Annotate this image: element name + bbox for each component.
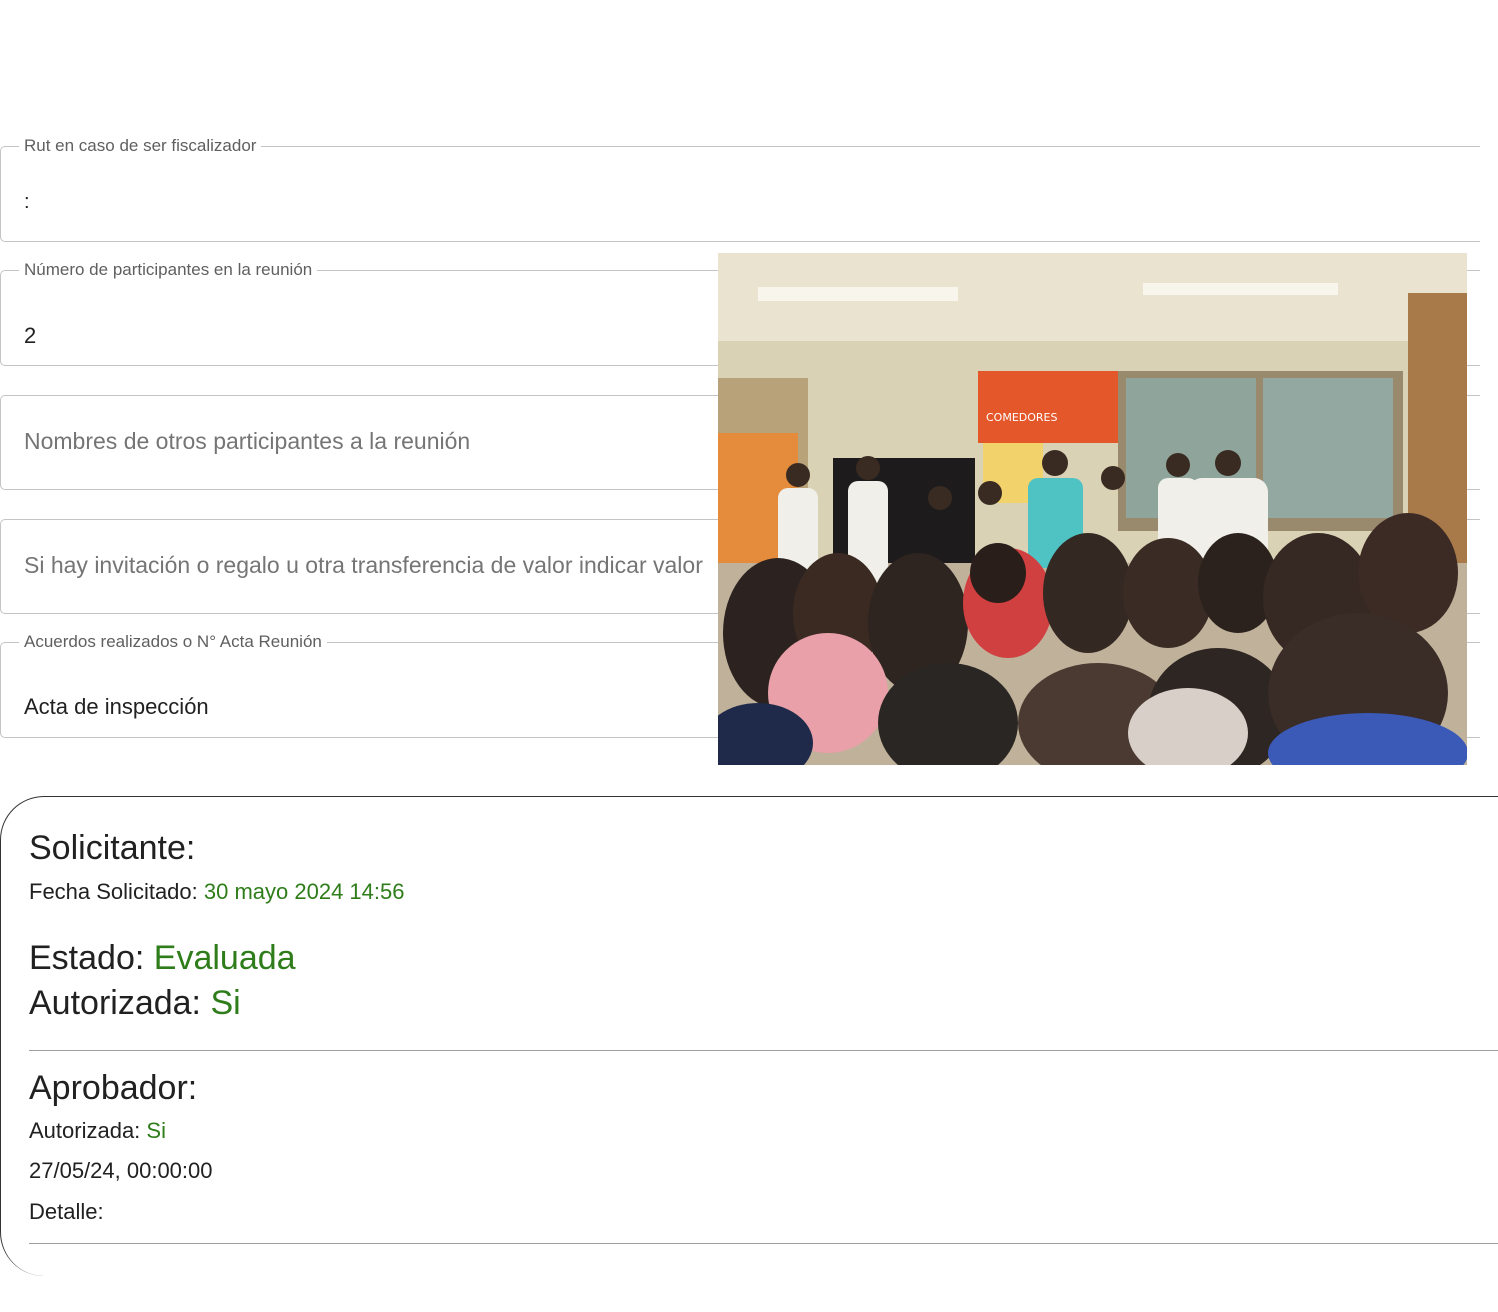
participants-count-value: 2 bbox=[24, 323, 37, 348]
divider bbox=[29, 1243, 1498, 1244]
gift-value-placeholder: Si hay invitación o regalo u otra transf… bbox=[24, 552, 703, 578]
solicitante-autorizada-label: Autorizada: bbox=[29, 984, 201, 1022]
solicitante-autorizada: Autorizada: Si bbox=[29, 984, 241, 1023]
agreements-value: Acta de inspección bbox=[24, 694, 209, 719]
meeting-photo: COMEDORES bbox=[718, 253, 1467, 765]
divider bbox=[29, 1050, 1498, 1051]
aprobador-autorizada-label: Autorizada: bbox=[29, 1118, 141, 1143]
other-participants-placeholder: Nombres de otros participantes a la reun… bbox=[24, 428, 471, 454]
aprobador-title: Aprobador: bbox=[29, 1069, 198, 1107]
aprobador-autorizada-value: Si bbox=[146, 1118, 166, 1143]
solicitante-title: Solicitante: bbox=[29, 829, 196, 867]
participants-count-label: Número de participantes en la reunión bbox=[24, 260, 313, 279]
fecha-solicitado-value: 30 mayo 2024 14:56 bbox=[203, 879, 405, 904]
detalle-label: Detalle: bbox=[29, 1199, 104, 1224]
estado: Estado: Evaluada bbox=[29, 939, 296, 978]
rut-value: : bbox=[24, 191, 30, 213]
request-status-card: Solicitante: Fecha Solicitado: 30 mayo 2… bbox=[0, 796, 1498, 1276]
rut-field[interactable]: Rut en caso de ser fiscalizador : bbox=[0, 137, 1480, 242]
agreements-label: Acuerdos realizados o N° Acta Reunión bbox=[24, 632, 322, 651]
aprobador-fecha: 27/05/24, 00:00:00 bbox=[29, 1158, 213, 1183]
aprobador-autorizada: Autorizada: Si bbox=[29, 1118, 166, 1144]
solicitante-autorizada-value: Si bbox=[210, 984, 241, 1022]
fecha-solicitado-label: Fecha Solicitado: bbox=[29, 879, 198, 904]
photo-sign-text: COMEDORES bbox=[986, 411, 1058, 424]
estado-value: Evaluada bbox=[153, 939, 296, 977]
rut-label: Rut en caso de ser fiscalizador bbox=[24, 136, 257, 155]
fecha-solicitado: Fecha Solicitado: 30 mayo 2024 14:56 bbox=[29, 879, 405, 905]
estado-label: Estado: bbox=[29, 939, 145, 977]
